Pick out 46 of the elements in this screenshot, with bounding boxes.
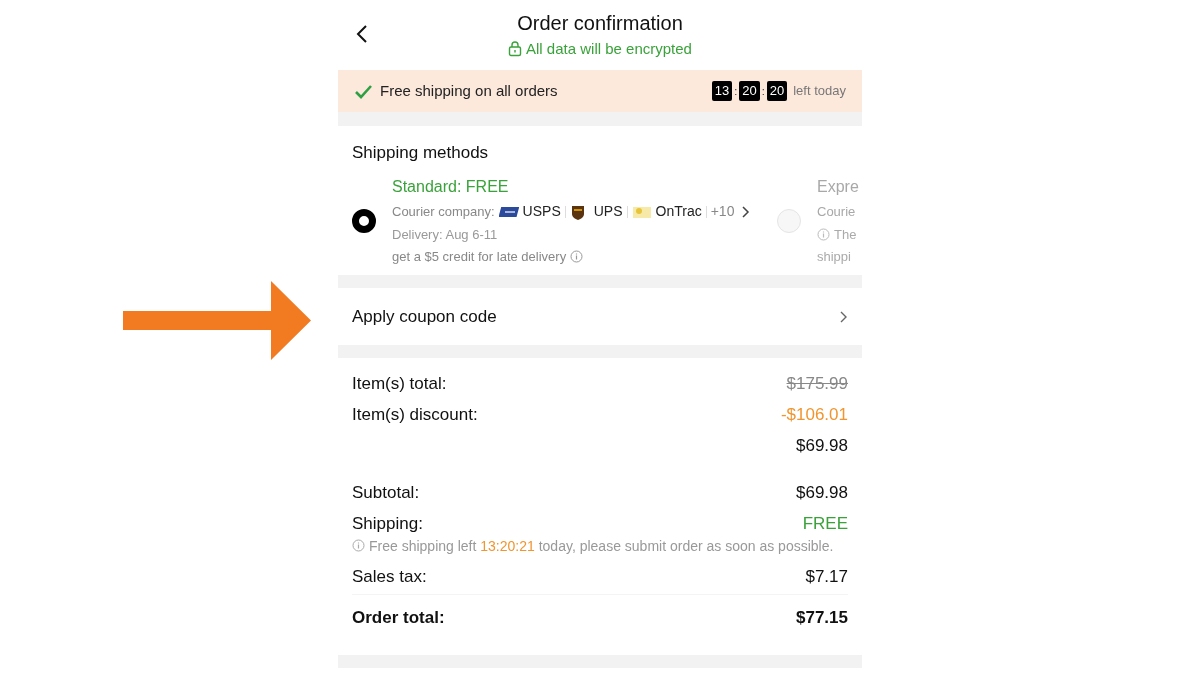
timer-digits: 20 (766, 81, 788, 101)
summary-label: Order total: (352, 606, 445, 629)
radio-button[interactable] (352, 208, 376, 233)
courier-name: OnTrac (655, 202, 702, 221)
summary-value: $7.17 (805, 565, 848, 588)
encryption-note: All data will be encrypted (526, 39, 692, 59)
summary-label: Shipping: (352, 512, 423, 535)
shipping-name: Standard: FREE (392, 176, 510, 197)
courier-count: +10 (710, 202, 735, 221)
coupon-label: Apply coupon code (352, 305, 498, 328)
summary-value: $69.98 (796, 434, 848, 457)
summary-label: Subtotal: (352, 481, 420, 504)
summary-value: $77.15 (796, 606, 848, 629)
summary-value: $175.99 (786, 372, 848, 395)
courier-name: UPS (593, 202, 623, 221)
summary-value: -$106.01 (780, 403, 848, 426)
timer-label: left today (793, 82, 846, 101)
info-icon (352, 539, 365, 552)
courier-label: Courier company: (392, 202, 495, 221)
shipping-note: get a $5 credit for late delivery (392, 248, 567, 266)
timer-digits: 20 (739, 81, 760, 101)
coupon-row[interactable]: Apply coupon code (338, 288, 862, 345)
chevron-icon (741, 204, 751, 219)
shipping-note: The (834, 225, 857, 244)
timer-separator: : (760, 83, 766, 99)
summary-value: $69.98 (796, 481, 848, 504)
shipping-name: Expre (817, 176, 859, 197)
lock-icon (508, 41, 523, 58)
info-icon (570, 250, 584, 264)
courier-label: Courie (817, 202, 856, 221)
back-icon[interactable] (356, 24, 368, 44)
summary-label: Item(s) discount: (352, 403, 478, 426)
summary-label: Sales tax: (352, 565, 427, 588)
page-title: Order confirmation (517, 11, 683, 36)
shipping-note: shippi (817, 248, 852, 266)
section-title: Shipping methods (352, 142, 490, 164)
courier-name: USPS (522, 202, 561, 221)
summary-value: FREE (802, 512, 848, 535)
delivery-date: Delivery: Aug 6-11 (392, 225, 499, 244)
timer-digits: 13 (711, 81, 733, 101)
info-icon (817, 227, 830, 241)
promo-text: Free shipping on all orders (380, 80, 559, 101)
chevron-icon (839, 309, 848, 324)
summary-label: Item(s) total: (352, 372, 447, 395)
timer-separator: : (733, 83, 739, 99)
shipping-countdown-note: Free shipping left 13:20:21 today, please submit order as soon as possible. (369, 537, 835, 555)
